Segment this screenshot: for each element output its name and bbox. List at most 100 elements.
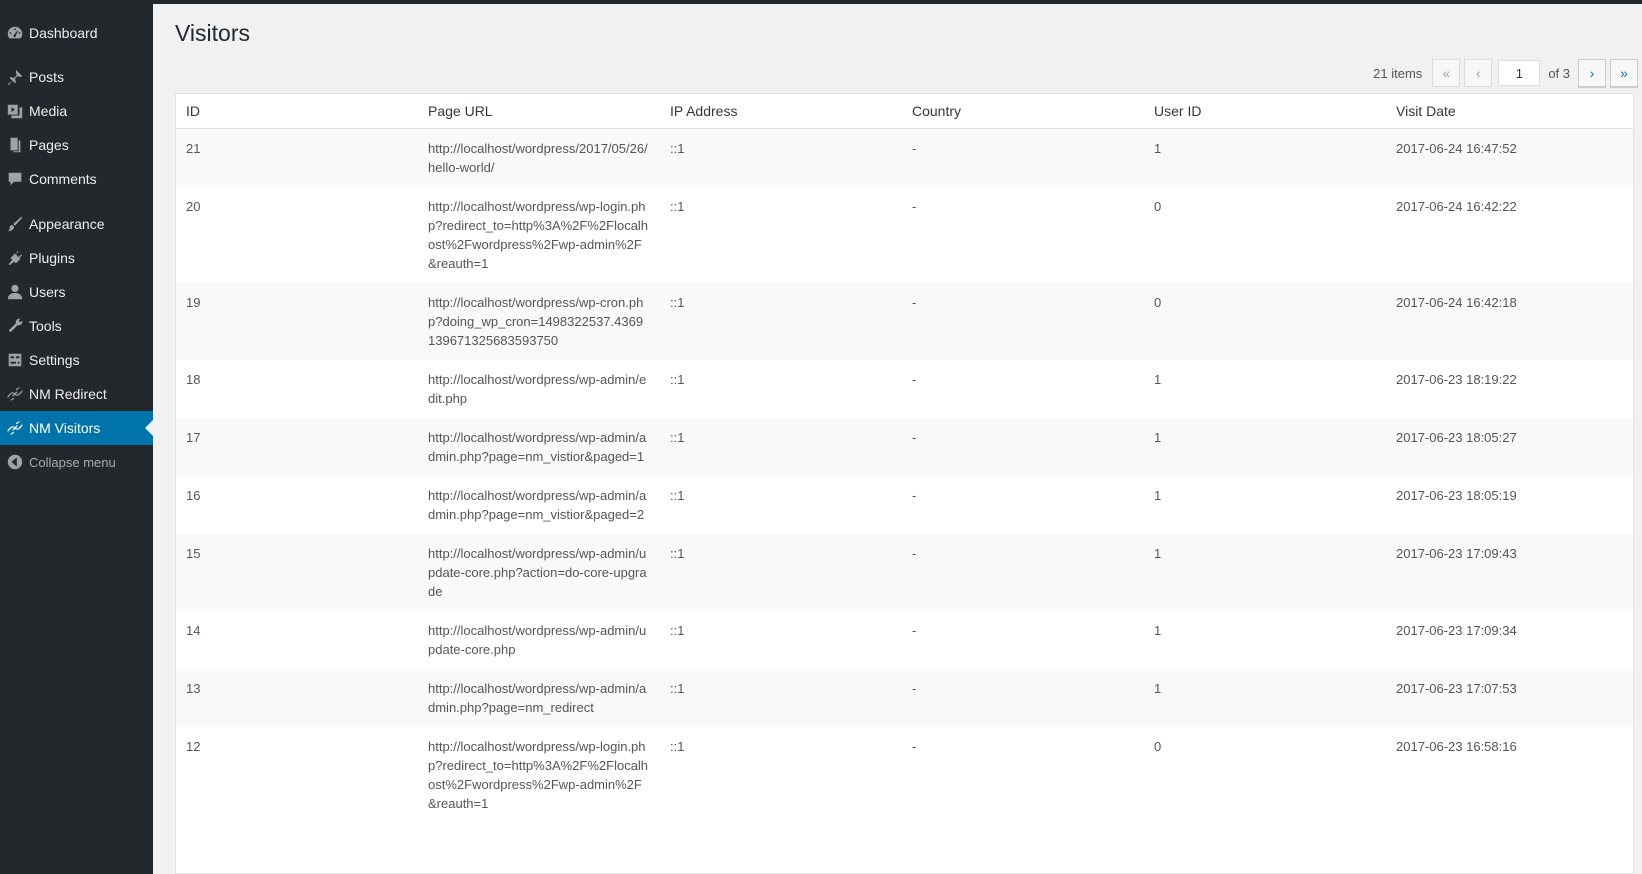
cell-country-text: - (912, 294, 917, 310)
admin-sidebar: Dashboard Posts Media Pages Comments App… (0, 0, 153, 874)
cell-ip-address: ::1 (660, 128, 902, 187)
table-row: 20 http://localhost/wordpress/wp-login.ph… (176, 186, 1633, 283)
cell-id: 19 (176, 283, 418, 360)
cell-visit-date-text: 2017-06-23 17:09:34 (1396, 622, 1517, 638)
sidebar-item-label: Collapse menu (29, 454, 116, 470)
cell-ip-address-text: ::1 (670, 622, 685, 638)
cell-ip-address: ::1 (660, 727, 902, 823)
cell-id-text: 14 (186, 622, 201, 638)
cell-user-id: 0 (1144, 283, 1386, 360)
wrench-icon (0, 309, 29, 343)
cell-page-url: http://localhost/wordpress/wp-admin/admi… (418, 476, 660, 534)
cell-visit-date: 2017-06-24 16:42:18 (1386, 283, 1633, 360)
prev-page-button: ‹ (1464, 59, 1493, 87)
sidebar-item-users[interactable]: Users (0, 275, 153, 309)
collapse-icon (0, 445, 29, 479)
cell-user-id: 0 (1144, 727, 1386, 823)
cell-country-text: - (912, 371, 917, 387)
cell-user-id-text: 0 (1154, 198, 1162, 214)
dashboard-icon (0, 16, 29, 50)
cell-ip-address: ::1 (660, 476, 902, 534)
table-row: 19 http://localhost/wordpress/wp-cron.php… (176, 282, 1633, 360)
cell-page-url: http://localhost/wordpress/wp-admin/edit… (418, 360, 660, 418)
sidebar-item-settings[interactable]: Settings (0, 343, 153, 377)
cell-visit-date: 2017-06-23 17:09:43 (1386, 534, 1633, 611)
cell-page-url: http://localhost/wordpress/wp-admin/admi… (418, 418, 660, 476)
cell-page-url-text: http://localhost/wordpress/wp-admin/admi… (428, 487, 647, 522)
cell-page-url-text: http://localhost/wordpress/wp-admin/edit… (428, 371, 647, 406)
cell-page-url-text: http://localhost/wordpress/wp-admin/admi… (428, 429, 647, 464)
sidebar-item-appearance[interactable]: Appearance (0, 207, 153, 241)
cell-ip-address-text: ::1 (670, 198, 685, 214)
sidebar-item-label: Media (29, 103, 68, 119)
table-row: 17 http://localhost/wordpress/wp-admin/ad… (176, 417, 1633, 476)
cell-user-id: 1 (1144, 418, 1386, 476)
admin-bar (153, 0, 1642, 4)
cell-ip-address-text: ::1 (670, 680, 685, 696)
brush-icon (0, 207, 29, 241)
sidebar-item-posts[interactable]: Posts (0, 60, 153, 94)
column-header-ip-address: IP Address (660, 94, 902, 129)
sidebar-item-label: Dashboard (29, 25, 98, 41)
cell-page-url-text: http://localhost/wordpress/wp-admin/admi… (428, 680, 647, 715)
cell-id: 13 (176, 669, 418, 727)
next-page-button[interactable]: › (1578, 59, 1606, 87)
cell-visit-date: 2017-06-24 16:47:52 (1386, 128, 1633, 187)
cell-visit-date-text: 2017-06-23 18:19:22 (1396, 371, 1517, 387)
items-count: 21 items (1373, 65, 1423, 81)
cell-country-text: - (912, 738, 917, 754)
pagination: 21 items « ‹ of 3 › » (1373, 59, 1638, 87)
sidebar-item-nm-redirect[interactable]: NM Redirect (0, 377, 153, 411)
cell-id: 18 (176, 360, 418, 418)
cell-visit-date-text: 2017-06-23 18:05:19 (1396, 487, 1517, 503)
column-header-visit-date: Visit Date (1386, 94, 1633, 129)
cell-ip-address-text: ::1 (670, 294, 685, 310)
cell-country: - (902, 669, 1144, 727)
page-title: Visitors (175, 20, 250, 46)
sidebar-item-pages[interactable]: Pages (0, 128, 153, 162)
cell-page-url-text: http://localhost/wordpress/wp-login.php?… (428, 198, 649, 271)
table-row: 14 http://localhost/wordpress/wp-admin/up… (176, 610, 1633, 669)
sidebar-item-label: Plugins (29, 250, 75, 266)
sidebar-item-nm-visitors[interactable]: NM Visitors (0, 411, 153, 445)
cell-visit-date-text: 2017-06-24 16:42:22 (1396, 198, 1517, 214)
cell-user-id-text: 1 (1154, 545, 1162, 561)
cell-user-id-text: 1 (1154, 622, 1162, 638)
cell-country: - (902, 360, 1144, 418)
cell-visit-date: 2017-06-23 17:09:34 (1386, 611, 1633, 669)
cell-ip-address-text: ::1 (670, 429, 685, 445)
media-icon (0, 94, 29, 128)
cell-user-id: 1 (1144, 128, 1386, 187)
cell-visit-date: 2017-06-23 18:05:27 (1386, 418, 1633, 476)
user-icon (0, 275, 29, 309)
pin-icon (0, 60, 29, 94)
plugin-icon (0, 241, 29, 275)
cell-country: - (902, 476, 1144, 534)
sidebar-item-comments[interactable]: Comments (0, 162, 153, 196)
cell-visit-date: 2017-06-23 18:19:22 (1386, 360, 1633, 418)
sidebar-item-plugins[interactable]: Plugins (0, 241, 153, 275)
cell-id: 15 (176, 534, 418, 611)
cell-id-text: 20 (186, 198, 201, 214)
collapse-menu-button[interactable]: Collapse menu (0, 445, 153, 479)
sidebar-item-tools[interactable]: Tools (0, 309, 153, 343)
current-page-input[interactable] (1498, 60, 1541, 86)
cell-page-url: http://localhost/wordpress/wp-cron.php?d… (418, 283, 660, 360)
table-row: 15 http://localhost/wordpress/wp-admin/up… (176, 533, 1633, 611)
cell-page-url: http://localhost/wordpress/2017/05/26/he… (418, 128, 660, 187)
cell-page-url-text: http://localhost/wordpress/wp-admin/upda… (428, 545, 647, 599)
sidebar-item-dashboard[interactable]: Dashboard (0, 16, 153, 50)
last-page-button[interactable]: » (1610, 59, 1638, 87)
cell-id: 16 (176, 476, 418, 534)
link-icon (0, 377, 29, 411)
cell-visit-date-text: 2017-06-23 16:58:16 (1396, 738, 1517, 754)
cell-user-id-text: 1 (1154, 487, 1162, 503)
sidebar-item-label: Appearance (29, 216, 105, 232)
cell-ip-address: ::1 (660, 534, 902, 611)
cell-country-text: - (912, 545, 917, 561)
cell-country-text: - (912, 198, 917, 214)
cell-ip-address-text: ::1 (670, 738, 685, 754)
sidebar-item-media[interactable]: Media (0, 94, 153, 128)
comment-icon (0, 162, 29, 196)
cell-user-id-text: 1 (1154, 680, 1162, 696)
